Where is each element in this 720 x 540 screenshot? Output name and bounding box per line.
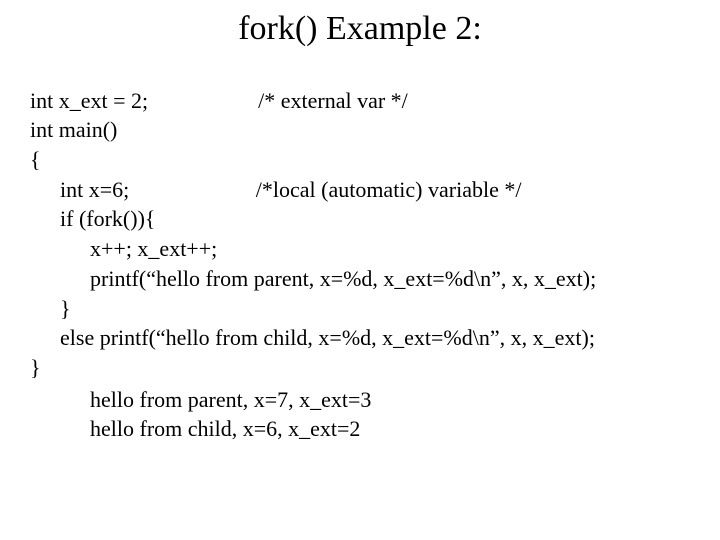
code-line-6: x++; x_ext++; — [30, 234, 217, 264]
code-line-7: printf(“hello from parent, x=%d, x_ext=%… — [30, 264, 596, 294]
code-line-4-comment: /*local (automatic) variable */ — [256, 177, 522, 202]
code-line-8: } — [30, 294, 71, 324]
code-line-5: if (fork()){ — [30, 204, 155, 234]
code-block: int x_ext = 2; /* external var */ int ma… — [0, 56, 720, 383]
code-line-9: else printf(“hello from child, x=%d, x_e… — [30, 323, 595, 353]
output-line-1: hello from parent, x=7, x_ext=3 — [90, 385, 720, 415]
output-line-2: hello from child, x=6, x_ext=2 — [90, 414, 720, 444]
code-line-4-decl: int x=6; — [60, 177, 129, 202]
slide-title: fork() Example 2: — [0, 0, 720, 56]
output-block: hello from parent, x=7, x_ext=3 hello fr… — [0, 383, 720, 444]
code-line-10: } — [30, 355, 41, 380]
code-line-2: int main() — [30, 117, 117, 142]
code-line-1-comment: /* external var */ — [258, 88, 408, 113]
code-line-3: { — [30, 147, 41, 172]
slide: fork() Example 2: int x_ext = 2; /* exte… — [0, 0, 720, 540]
code-line-1-decl: int x_ext = 2; — [30, 88, 148, 113]
